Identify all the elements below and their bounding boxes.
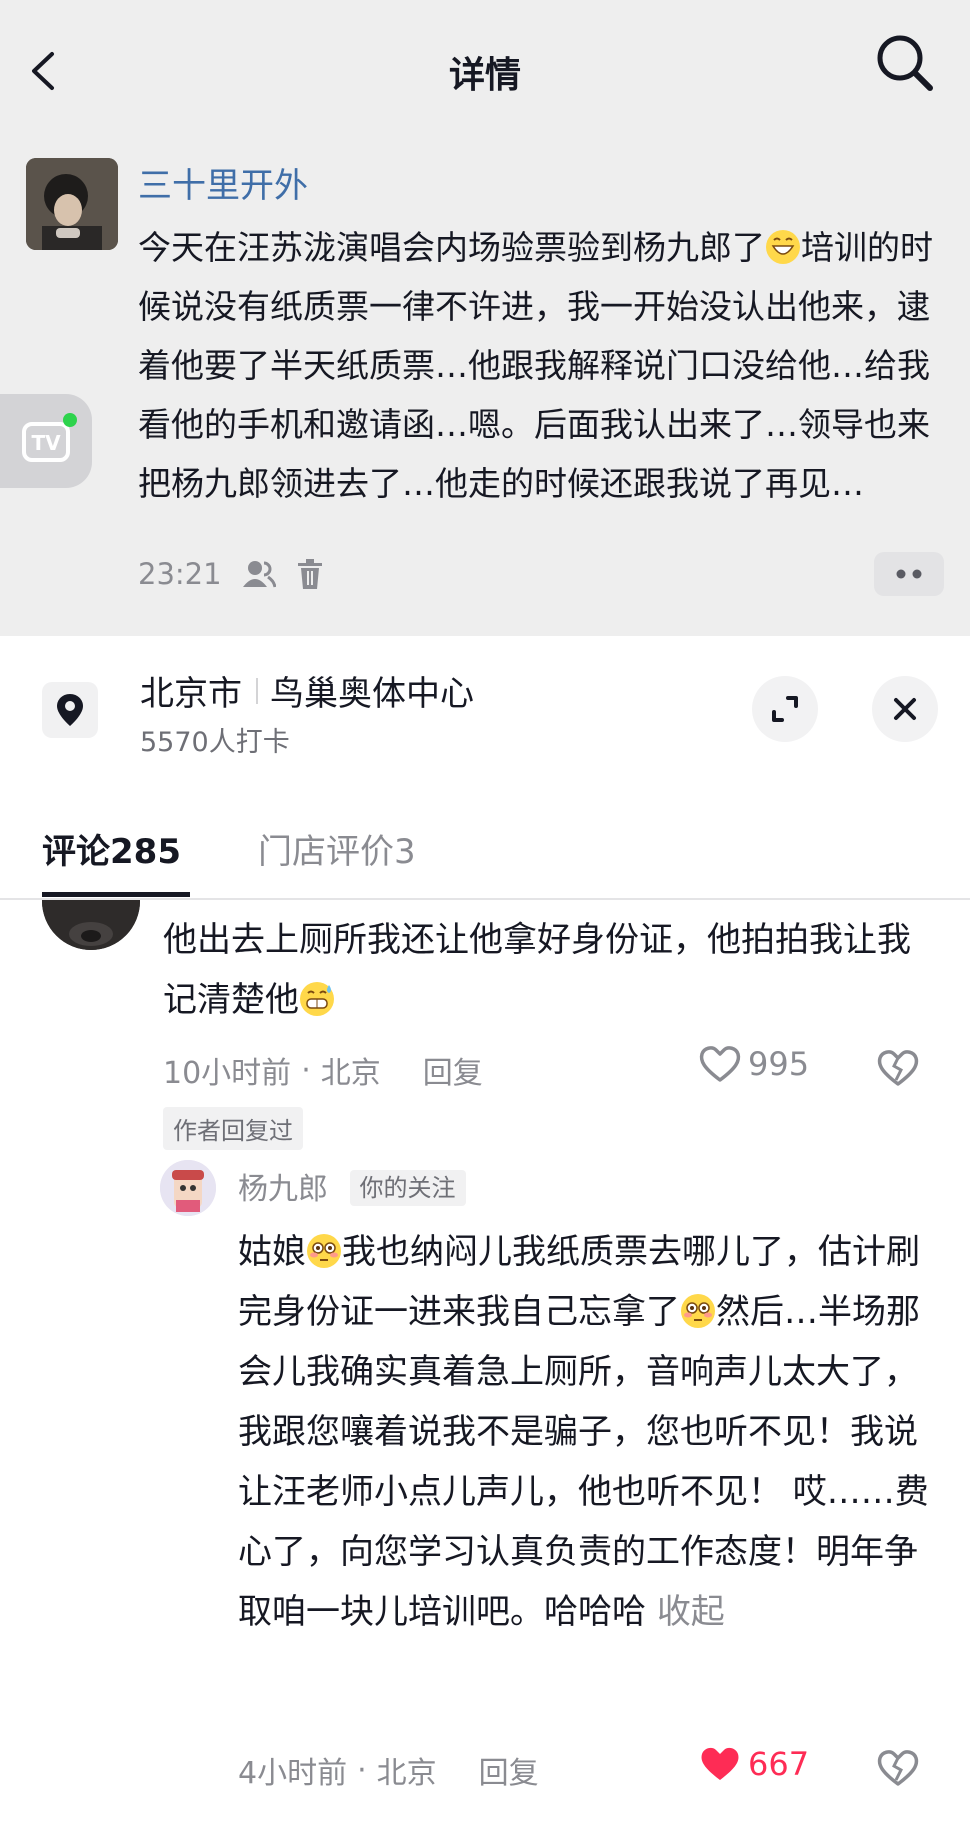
following-badge: 你的关注	[349, 1170, 466, 1206]
reply-like-count: 667	[748, 1745, 810, 1783]
comment-reply-button[interactable]: 回复	[423, 1048, 483, 1092]
search-icon	[877, 35, 933, 91]
reply-text-part1: 姑娘	[238, 1232, 306, 1272]
reply-reply-button[interactable]: 回复	[479, 1748, 539, 1792]
broken-heart-icon[interactable]	[876, 1046, 920, 1090]
flushed-emoji-icon	[307, 1234, 341, 1268]
reply-time: 4小时前	[238, 1756, 348, 1791]
heart-filled-icon	[701, 1747, 739, 1780]
reply-like-button[interactable]: 667	[698, 1744, 809, 1784]
reply-meta: 4小时前 · 北京 回复	[238, 1748, 539, 1792]
post-author-name[interactable]: 三十里开外	[138, 158, 308, 207]
tab-reviews-count: 3	[394, 832, 416, 872]
tab-reviews-label: 门店评价	[258, 832, 394, 872]
reply-author-avatar[interactable]	[160, 1160, 216, 1216]
more-icon	[896, 569, 922, 579]
location-place: 鸟巢奥体中心	[270, 674, 474, 714]
meta-separator: ·	[357, 1752, 367, 1788]
comment-like-count: 995	[748, 1045, 810, 1083]
comment-location: 北京	[320, 1056, 381, 1091]
tab-comments-label: 评论	[42, 832, 110, 872]
grinning-emoji-icon	[766, 230, 800, 264]
location-name: 北京市 鸟巢奥体中心	[140, 666, 474, 715]
comment-text: 他出去上厕所我还让他拿好身份证，他拍拍我让我记清楚他	[163, 910, 933, 1030]
tab-comments[interactable]: 评论285	[42, 824, 181, 873]
page-title: 详情	[448, 55, 521, 96]
comment-meta: 10小时前 · 北京 回复	[163, 1048, 483, 1092]
active-tab-indicator	[42, 892, 190, 897]
post-card: 三十里开外 今天在汪苏泷演唱会内场验票验到杨九郎了 培训的时候说没有纸质票一律不许…	[0, 126, 970, 636]
comment-text-body: 他出去上厕所我还让他拿好身份证，他拍拍我让我记清楚他	[163, 920, 911, 1020]
flushed-emoji-icon	[681, 1294, 715, 1328]
post-more-button[interactable]	[874, 552, 944, 596]
tab-bar: 评论285 门店评价3	[0, 784, 970, 900]
search-button[interactable]	[872, 30, 938, 96]
reply-text-part3: 然后…半场那会儿我确实真着急上厕所，音响声儿太大了，我跟您嚷着说我不是骗子，您也…	[238, 1292, 929, 1632]
tv-icon: TV	[22, 413, 77, 462]
comment-time: 10小时前	[163, 1056, 292, 1091]
broken-heart-icon[interactable]	[876, 1746, 920, 1790]
reply-author-line: 杨九郎 你的关注	[238, 1164, 466, 1208]
comment-like-button[interactable]: 995	[698, 1044, 809, 1084]
location-pin-icon	[57, 694, 83, 726]
meta-separator: ·	[301, 1052, 311, 1088]
heart-outline-icon	[699, 1046, 741, 1082]
location-divider	[256, 677, 258, 704]
floating-tv-button[interactable]: TV	[0, 394, 92, 488]
sweat-grin-emoji-icon	[300, 982, 334, 1016]
post-time: 23:21	[138, 557, 222, 591]
close-button[interactable]	[872, 676, 938, 742]
tab-comments-count: 285	[110, 832, 181, 872]
post-content-part1: 今天在汪苏泷演唱会内场验票验到杨九郎了	[138, 228, 765, 267]
delete-icon[interactable]	[296, 558, 324, 590]
friends-visible-icon[interactable]	[242, 559, 276, 589]
author-replied-badge: 作者回复过	[163, 1107, 303, 1150]
top-bar: 详情	[0, 0, 970, 126]
close-icon	[894, 698, 916, 720]
location-checkins: 5570人打卡	[140, 727, 290, 758]
expand-icon	[772, 696, 798, 722]
svg-text:TV: TV	[31, 431, 61, 455]
tab-reviews[interactable]: 门店评价3	[258, 824, 416, 873]
post-meta: 23:21	[138, 554, 324, 594]
post-content: 今天在汪苏泷演唱会内场验票验到杨九郎了 培训的时候说没有纸质票一律不许进，我一开始…	[138, 218, 938, 513]
collapse-link[interactable]: 收起	[657, 1592, 725, 1632]
reply-author-name[interactable]: 杨九郎	[238, 1172, 328, 1207]
commenter-avatar[interactable]	[42, 900, 140, 950]
location-pin	[42, 682, 98, 738]
post-content-part2: 培训的时候说没有纸质票一律不许进，我一开始没认出他来，逮着他要了半天纸质票…他跟…	[138, 228, 933, 503]
expand-button[interactable]	[752, 676, 818, 742]
reply-location: 北京	[376, 1756, 437, 1791]
location-bar[interactable]: 北京市 鸟巢奥体中心 5570人打卡	[0, 636, 970, 784]
post-author-avatar[interactable]	[26, 158, 118, 250]
location-city: 北京市	[140, 674, 242, 714]
reply-text: 姑娘 我也纳闷儿我纸质票去哪儿了，估计刷完身份证一进来我自己忘拿了 然后…半场那会儿…	[238, 1222, 938, 1642]
